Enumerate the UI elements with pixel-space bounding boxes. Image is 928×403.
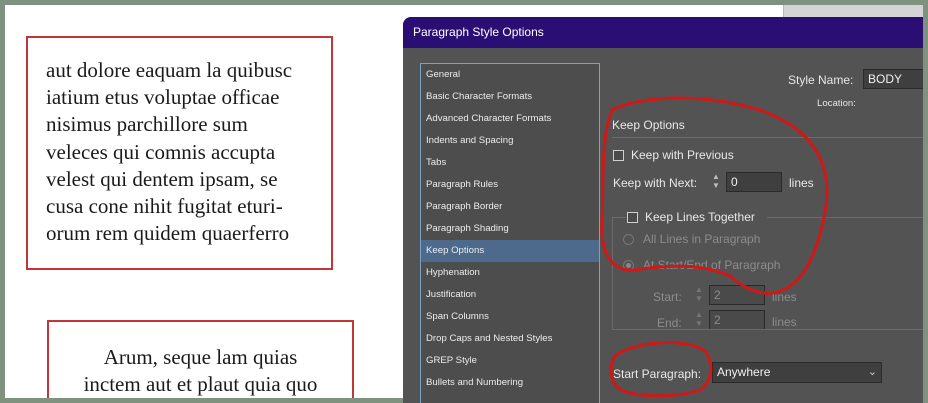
end-input[interactable]: 2 <box>709 310 765 330</box>
keep-with-next-unit: lines <box>789 176 814 190</box>
nav-item-keep-options[interactable]: Keep Options <box>421 240 599 262</box>
group-divider-bottom <box>612 329 923 330</box>
nav-item-paragraph-shading[interactable]: Paragraph Shading <box>421 218 599 240</box>
text-frame-1[interactable]: aut dolore eaquam la quibusc iatium etus… <box>26 36 333 270</box>
nav-item-basic-character-formats[interactable]: Basic Character Formats <box>421 86 599 108</box>
keep-lines-together-label: Keep Lines Together <box>645 210 755 224</box>
section-divider <box>612 137 923 138</box>
nav-item-advanced-character-formats[interactable]: Advanced Character Formats <box>421 108 599 130</box>
start-unit: lines <box>772 290 797 304</box>
start-paragraph-select[interactable]: Anywhere ⌄ <box>712 362 882 383</box>
location-label: Location: <box>817 98 856 109</box>
end-stepper-icon[interactable]: ▲ ▼ <box>692 310 706 328</box>
nav-item-general[interactable]: General <box>421 64 599 86</box>
nav-item-paragraph-rules[interactable]: Paragraph Rules <box>421 174 599 196</box>
keep-with-next-stepper-icon[interactable]: ▲ ▼ <box>709 172 723 190</box>
text-frame-2[interactable]: Arum, seque lam quias inctem aut et plau… <box>47 320 354 398</box>
nav-item-tabs[interactable]: Tabs <box>421 152 599 174</box>
dialog-title[interactable]: Paragraph Style Options <box>403 17 923 48</box>
text-line: orum rem quidem quaerferro <box>46 221 290 246</box>
nav-item-drop-caps[interactable]: Drop Caps and Nested Styles <box>421 328 599 350</box>
chevron-down-icon: ⌄ <box>867 366 877 378</box>
end-label: End: <box>657 316 682 330</box>
start-end-radio[interactable] <box>623 260 634 271</box>
section-title: Keep Options <box>612 118 685 132</box>
text-line: aut dolore eaquam la quibusc <box>46 58 293 82</box>
start-end-label: At Start/End of Paragraph <box>643 258 781 272</box>
text-line: iatium etus voluptae officae <box>46 85 280 110</box>
style-name-input[interactable]: BODY <box>863 69 923 89</box>
start-paragraph-label: Start Paragraph: <box>613 367 702 381</box>
all-lines-label: All Lines in Paragraph <box>643 232 761 246</box>
group-divider-left <box>612 217 626 218</box>
group-border-left <box>612 217 613 329</box>
start-stepper-icon[interactable]: ▲ ▼ <box>692 285 706 303</box>
nav-item-paragraph-border[interactable]: Paragraph Border <box>421 196 599 218</box>
all-lines-radio[interactable] <box>623 234 634 245</box>
keep-with-next-input[interactable]: 0 <box>726 172 782 192</box>
text-line: nisimus parchillore sum <box>46 112 248 137</box>
start-label: Start: <box>653 290 682 304</box>
text-line: cusa cone nihit fugitat eturi- <box>46 194 283 219</box>
nav-item-span-columns[interactable]: Span Columns <box>421 306 599 328</box>
keep-lines-together-checkbox[interactable] <box>627 212 638 223</box>
nav-item-grep-style[interactable]: GREP Style <box>421 350 599 372</box>
category-list[interactable]: General Basic Character Formats Advanced… <box>420 63 600 403</box>
paragraph-style-options-dialog: Paragraph Style Options General Basic Ch… <box>403 17 923 403</box>
start-paragraph-value: Anywhere <box>717 365 771 379</box>
keep-with-previous-checkbox[interactable] <box>613 150 624 161</box>
group-divider-right <box>767 217 923 218</box>
nav-item-bullets-and-numbering[interactable]: Bullets and Numbering <box>421 372 599 394</box>
text-line: veleces qui comnis accupta <box>46 139 276 164</box>
start-input[interactable]: 2 <box>709 285 765 305</box>
nav-item-indents-and-spacing[interactable]: Indents and Spacing <box>421 130 599 152</box>
keep-with-previous-label: Keep with Previous <box>631 148 734 162</box>
end-unit: lines <box>772 315 797 329</box>
text-line: velest qui dentem ipsam, se <box>46 166 278 191</box>
text-line: inctem aut et plaut quia quo <box>83 372 318 397</box>
keep-with-next-label: Keep with Next: <box>613 176 698 190</box>
style-name-label: Style Name: <box>788 73 854 87</box>
text-line: Arum, seque lam quias <box>103 345 298 369</box>
nav-item-hyphenation[interactable]: Hyphenation <box>421 262 599 284</box>
nav-item-justification[interactable]: Justification <box>421 284 599 306</box>
